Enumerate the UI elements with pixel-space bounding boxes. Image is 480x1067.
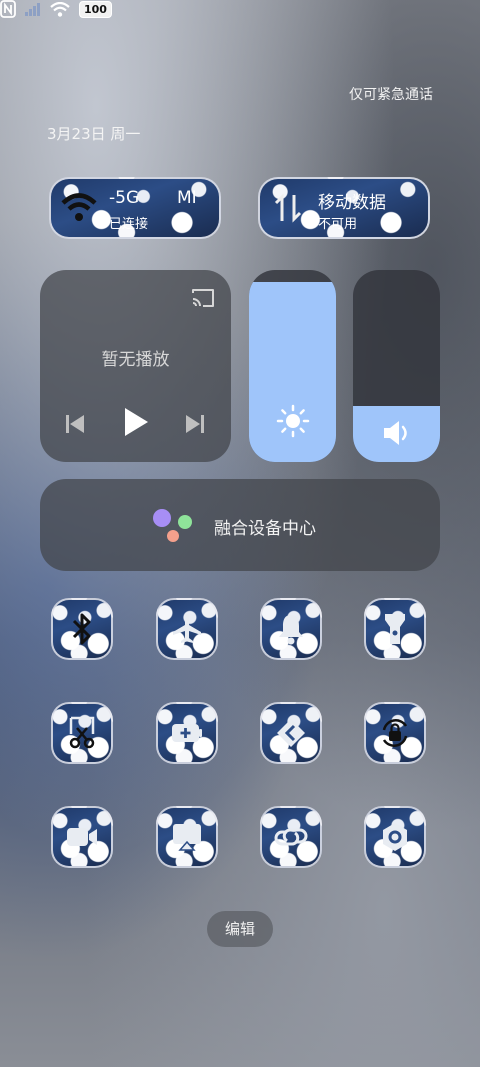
- fusion-device-center[interactable]: 融合设备中心: [40, 479, 440, 571]
- settings-icon: [383, 823, 407, 851]
- edit-button[interactable]: 编辑: [207, 911, 273, 947]
- mobile-data-title: 移动数据: [318, 193, 386, 213]
- wifi-tile[interactable]: -5G MI 已连接: [49, 177, 221, 239]
- airplane-mode-toggle[interactable]: [156, 598, 218, 660]
- previous-icon[interactable]: [64, 412, 86, 436]
- screen-cast-toggle[interactable]: [156, 806, 218, 868]
- screenshot-icon: [69, 716, 95, 749]
- status-icons: 100: [0, 0, 480, 18]
- speaker-icon: [383, 421, 407, 445]
- settings-toggle[interactable]: [364, 806, 426, 868]
- mobile-data-icon: [274, 193, 302, 223]
- battery-saver-icon: [172, 724, 202, 742]
- bluetooth-icon: [72, 613, 91, 645]
- rotation-lock-toggle[interactable]: [364, 702, 426, 764]
- flashlight-toggle[interactable]: [364, 598, 426, 660]
- rotation-lock-icon: [382, 719, 408, 747]
- link-icon: [274, 828, 308, 846]
- media-status: 暂无播放: [101, 350, 170, 370]
- screen-cast-icon: [173, 824, 201, 851]
- fusion-logo-icon: [153, 509, 192, 542]
- wifi-icon: [50, 1, 70, 17]
- wifi-name-suffix: MI: [177, 188, 197, 208]
- signal-icon: [25, 3, 40, 16]
- brightness-slider[interactable]: [249, 270, 336, 462]
- bell-icon: [279, 615, 303, 645]
- nearby-share-icon: [277, 719, 305, 747]
- wifi-status: 已连接: [109, 217, 149, 232]
- screenshot-toggle[interactable]: [51, 702, 113, 764]
- play-icon[interactable]: [122, 406, 150, 438]
- media-player: 暂无播放: [40, 270, 231, 462]
- screen-record-toggle[interactable]: [51, 806, 113, 868]
- mobile-data-status: 不可用: [318, 217, 358, 232]
- cast-icon[interactable]: [190, 287, 216, 309]
- battery-icon: 100: [79, 0, 112, 18]
- fusion-label: 融合设备中心: [214, 519, 316, 539]
- wifi-icon: [61, 193, 97, 221]
- nfc-icon: [0, 0, 16, 18]
- date-text: 3月23日 周一: [47, 125, 141, 143]
- link-toggle[interactable]: [260, 806, 322, 868]
- wifi-name: -5G: [109, 188, 140, 208]
- mobile-data-tile[interactable]: 移动数据 不可用: [258, 177, 430, 239]
- volume-slider[interactable]: [353, 270, 440, 462]
- nearby-share-toggle[interactable]: [260, 702, 322, 764]
- airplane-icon: [173, 614, 201, 643]
- battery-saver-toggle[interactable]: [156, 702, 218, 764]
- flashlight-icon: [385, 614, 405, 644]
- screen-record-icon: [67, 828, 97, 846]
- emergency-call-text: 仅可紧急通话: [349, 87, 433, 103]
- bluetooth-toggle[interactable]: [51, 598, 113, 660]
- sound-toggle[interactable]: [260, 598, 322, 660]
- next-icon[interactable]: [184, 412, 206, 436]
- sun-icon: [276, 404, 309, 438]
